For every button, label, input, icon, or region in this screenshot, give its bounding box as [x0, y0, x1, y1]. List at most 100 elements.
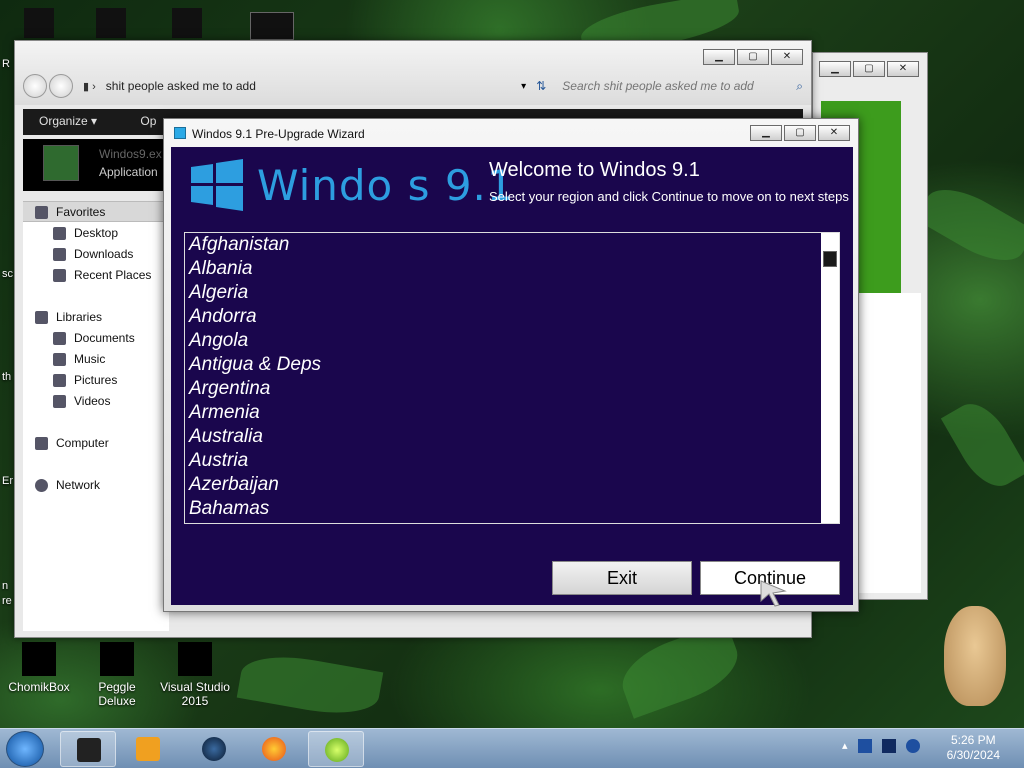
explorer-caption-buttons: ▁ ▢ ✕	[703, 49, 803, 65]
taskbar-firefox[interactable]	[246, 731, 302, 767]
taskbar-windos-wizard[interactable]	[308, 731, 364, 767]
background-window-caption-buttons: ▁ ▢ ✕	[819, 61, 919, 77]
minimize-button[interactable]: ▁	[750, 125, 782, 141]
desktop-edge-text: sc	[2, 268, 13, 280]
monitor-icon[interactable]	[881, 739, 896, 753]
list-item[interactable]: Afghanistan	[189, 233, 289, 257]
desktop-icon-label: Visual Studio 2015	[160, 680, 230, 708]
back-button[interactable]	[23, 74, 47, 98]
minimize-button[interactable]: ▁	[703, 49, 735, 65]
list-item[interactable]: Austria	[189, 449, 248, 473]
folder-icon	[77, 738, 101, 762]
tray-app-icon[interactable]	[857, 739, 872, 753]
close-button[interactable]: ✕	[771, 49, 803, 65]
breadcrumb[interactable]: shit people asked me to add	[106, 79, 521, 93]
sidebar-item-downloads[interactable]: Downloads	[53, 247, 133, 261]
libraries-icon	[35, 310, 48, 324]
desktop-icon-top[interactable]	[24, 8, 54, 38]
list-item[interactable]: Antigua & Deps	[189, 353, 321, 377]
desktop-edge-text: re	[2, 595, 12, 607]
exit-button[interactable]: Exit	[552, 561, 692, 595]
desktop-icon-top[interactable]	[250, 12, 294, 40]
list-item[interactable]: Angola	[189, 329, 248, 353]
chomikbox-icon	[22, 642, 56, 676]
sidebar-item-label: Recent Places	[74, 268, 152, 282]
desktop-icon-peggle[interactable]: Peggle Deluxe	[79, 642, 155, 708]
peggle-icon	[100, 642, 134, 676]
welcome-heading: Welcome to Windos 9.1	[489, 159, 700, 181]
clock[interactable]: 5:26 PM 6/30/2024	[947, 733, 1000, 763]
window-title: Windos 9.1 Pre-Upgrade Wizard	[192, 127, 365, 141]
taskbar-media-player[interactable]	[120, 731, 176, 767]
sidebar-item-network[interactable]: Network	[35, 478, 100, 492]
desktop-icon-visual-studio[interactable]: Visual Studio 2015	[157, 642, 233, 708]
sidebar-item-music[interactable]: Music	[53, 352, 105, 366]
desktop-edge-text: n	[2, 580, 9, 592]
scrollbar[interactable]	[821, 233, 839, 523]
search-input[interactable]	[556, 75, 797, 97]
search-icon[interactable]: ⌕	[796, 79, 803, 94]
wallpaper-leaf	[914, 175, 1024, 275]
chevron-down-icon[interactable]: ▾	[521, 81, 526, 92]
list-item[interactable]: Armenia	[189, 401, 260, 425]
close-button[interactable]: ✕	[818, 125, 850, 141]
desktop-edge-text: th	[2, 371, 12, 383]
desktop-icon-top[interactable]	[172, 8, 202, 38]
wizard-window[interactable]: Windos 9.1 Pre-Upgrade Wizard ▁ ▢ ✕ Wind…	[163, 118, 859, 612]
close-button[interactable]: ✕	[887, 61, 919, 77]
application-icon	[43, 145, 79, 181]
videos-icon	[53, 394, 66, 408]
taskbar-globe-app[interactable]	[186, 731, 242, 767]
sidebar-item-libraries[interactable]: Libraries	[35, 310, 102, 324]
sidebar-item-documents[interactable]: Documents	[53, 331, 135, 345]
sidebar-item-favorites[interactable]: Favorites	[35, 205, 105, 219]
logo-text: Windo s 9.1	[257, 160, 515, 210]
mouse-cursor-icon	[760, 580, 787, 607]
open-button[interactable]: Op	[140, 114, 156, 128]
organize-menu[interactable]: Organize	[39, 114, 88, 128]
sidebar-item-computer[interactable]: Computer	[35, 436, 109, 450]
chevron-up-icon[interactable]: ▴	[842, 739, 848, 753]
list-item[interactable]: Albania	[189, 257, 252, 281]
desktop-edge-text: R	[2, 58, 10, 70]
forward-button[interactable]	[49, 74, 73, 98]
list-item[interactable]: Bahamas	[189, 497, 269, 521]
sidebar-item-desktop[interactable]: Desktop	[53, 226, 118, 240]
list-item[interactable]: Andorra	[189, 305, 257, 329]
sidebar-item-label: Favorites	[56, 205, 106, 219]
sidebar-item-recent-places[interactable]: Recent Places	[53, 268, 151, 282]
list-item[interactable]: Argentina	[189, 377, 270, 401]
taskbar-explorer[interactable]	[60, 731, 116, 767]
chevron-down-icon: ▾	[91, 114, 98, 128]
documents-icon	[53, 331, 66, 345]
network-tray-icon[interactable]	[905, 739, 920, 753]
scrollbar-thumb[interactable]	[823, 251, 837, 267]
instruction-text: Select your region and click Continue to…	[489, 189, 849, 204]
taskbar: ▴ 5:26 PM 6/30/2024	[0, 728, 1024, 768]
system-tray: ▴	[842, 739, 920, 753]
maximize-button[interactable]: ▢	[784, 125, 816, 141]
windos-logo: Windo s 9.1	[191, 159, 515, 211]
start-button[interactable]	[6, 731, 44, 767]
navigation-pane: Favorites Desktop Downloads Recent Place…	[23, 201, 169, 631]
desktop-edge-text: Er	[2, 475, 13, 487]
recent-places-icon	[53, 268, 66, 282]
maximize-button[interactable]: ▢	[737, 49, 769, 65]
desktop-icon-label: Peggle Deluxe	[98, 680, 136, 708]
list-item[interactable]: Australia	[189, 425, 263, 449]
windows-logo-icon	[191, 159, 243, 211]
refresh-icon[interactable]: ⇅	[536, 79, 546, 93]
sidebar-item-label: Network	[56, 478, 101, 492]
desktop-icon-label: ChomikBox	[8, 680, 70, 694]
list-item[interactable]: Azerbaijan	[189, 473, 279, 497]
region-listbox[interactable]: Afghanistan Albania Algeria Andorra Ango…	[184, 232, 840, 524]
minimize-button[interactable]: ▁	[819, 61, 851, 77]
sidebar-item-videos[interactable]: Videos	[53, 394, 110, 408]
desktop-icon-chomikbox[interactable]: ChomikBox	[1, 642, 77, 694]
desktop-icon	[53, 226, 66, 240]
list-item[interactable]: Algeria	[189, 281, 248, 305]
desktop-icon-top[interactable]	[96, 8, 126, 38]
maximize-button[interactable]: ▢	[853, 61, 885, 77]
sidebar-item-pictures[interactable]: Pictures	[53, 373, 117, 387]
wizard-caption-buttons: ▁ ▢ ✕	[750, 125, 850, 141]
